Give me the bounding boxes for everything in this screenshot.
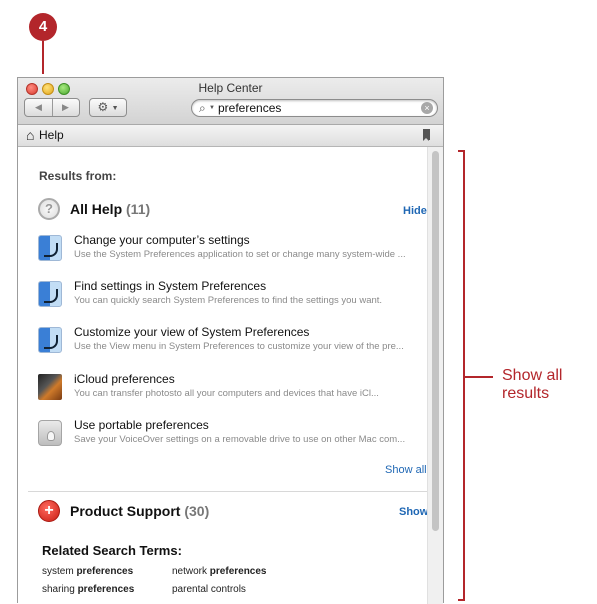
bookmark-icon[interactable] (423, 129, 430, 141)
search-results-pane: Results from: ? All Help (11) Hide Chang… (18, 147, 443, 604)
window-title: Help Center (198, 81, 263, 95)
result-title[interactable]: iCloud preferences (74, 372, 175, 386)
back-button[interactable]: ◀ (25, 99, 53, 116)
search-input[interactable] (218, 101, 408, 115)
scrollbar-thumb[interactable] (432, 151, 439, 531)
title-bar: Help Center ◀ ▶ ⚙ ▼ ⌕ ▼ × (18, 78, 443, 125)
result-item[interactable]: Customize your view of System Preference… (38, 325, 428, 361)
result-description: Use the View menu in System Preferences … (74, 341, 404, 352)
gear-icon: ⚙ (97, 100, 109, 114)
callout-label: Show all results (502, 367, 563, 402)
system-preferences-icon (38, 327, 62, 353)
step-number-badge: 4 (29, 13, 57, 41)
callout-line (465, 376, 493, 378)
hide-all-help-link[interactable]: Hide (403, 205, 427, 217)
related-term-link[interactable]: system preferences (42, 566, 133, 577)
results-from-heading: Results from: (39, 169, 117, 183)
path-bar: ⌂ Help (18, 125, 443, 147)
iphoto-icon (38, 374, 62, 400)
result-description: Save your VoiceOver settings on a remova… (74, 434, 406, 445)
result-item[interactable]: Use portable preferences Save your Voice… (38, 418, 428, 454)
action-menu-button[interactable]: ⚙ ▼ (89, 98, 127, 117)
system-preferences-icon (38, 281, 62, 307)
all-help-title: All Help (70, 201, 123, 217)
related-term-link[interactable]: network preferences (172, 566, 267, 577)
result-item[interactable]: iCloud preferences You can transfer phot… (38, 372, 428, 408)
result-description: Use the System Preferences application t… (74, 249, 406, 260)
step-callout-line (42, 41, 44, 74)
navigation-buttons: ◀ ▶ (24, 98, 80, 117)
search-field[interactable]: ⌕ ▼ × (191, 99, 438, 117)
related-term-link[interactable]: parental controls (172, 584, 246, 595)
result-title[interactable]: Change your computer’s settings (74, 233, 250, 247)
result-item[interactable]: Find settings in System Preferences You … (38, 279, 428, 315)
forward-button[interactable]: ▶ (52, 99, 79, 116)
result-item[interactable]: Change your computer’s settings Use the … (38, 233, 428, 269)
chevron-down-icon: ▼ (111, 105, 119, 112)
result-title[interactable]: Customize your view of System Preference… (74, 325, 309, 339)
product-support-section-title: Product Support (30) (70, 503, 209, 519)
result-title[interactable]: Find settings in System Preferences (74, 279, 266, 293)
search-menu-chevron-icon: ▼ (209, 105, 215, 111)
clear-search-icon[interactable]: × (421, 102, 433, 114)
all-help-count: (11) (126, 201, 151, 217)
result-description: You can quickly search System Preference… (74, 295, 383, 306)
all-help-section-title: All Help (11) (70, 201, 150, 217)
product-support-plus-icon: + (38, 500, 60, 522)
help-question-icon: ? (38, 198, 60, 220)
system-preferences-icon (38, 235, 62, 261)
scrollbar[interactable] (427, 147, 443, 604)
related-term-link[interactable]: sharing preferences (42, 584, 134, 595)
help-center-window: Help Center ◀ ▶ ⚙ ▼ ⌕ ▼ × ⌂ Help Results… (17, 77, 444, 604)
show-all-link[interactable]: Show all (385, 464, 427, 476)
voiceover-utility-icon (38, 420, 62, 446)
show-product-support-link[interactable]: Show (399, 506, 428, 518)
result-description: You can transfer photosto all your compu… (74, 388, 379, 399)
related-search-terms-heading: Related Search Terms: (42, 543, 182, 558)
section-divider (28, 491, 434, 492)
result-title[interactable]: Use portable preferences (74, 418, 209, 432)
product-support-title: Product Support (70, 503, 181, 519)
search-icon: ⌕ (199, 101, 206, 115)
product-support-count: (30) (184, 503, 210, 519)
callout-bracket (458, 150, 465, 601)
help-home-link[interactable]: Help (39, 128, 64, 142)
home-icon[interactable]: ⌂ (26, 127, 34, 143)
